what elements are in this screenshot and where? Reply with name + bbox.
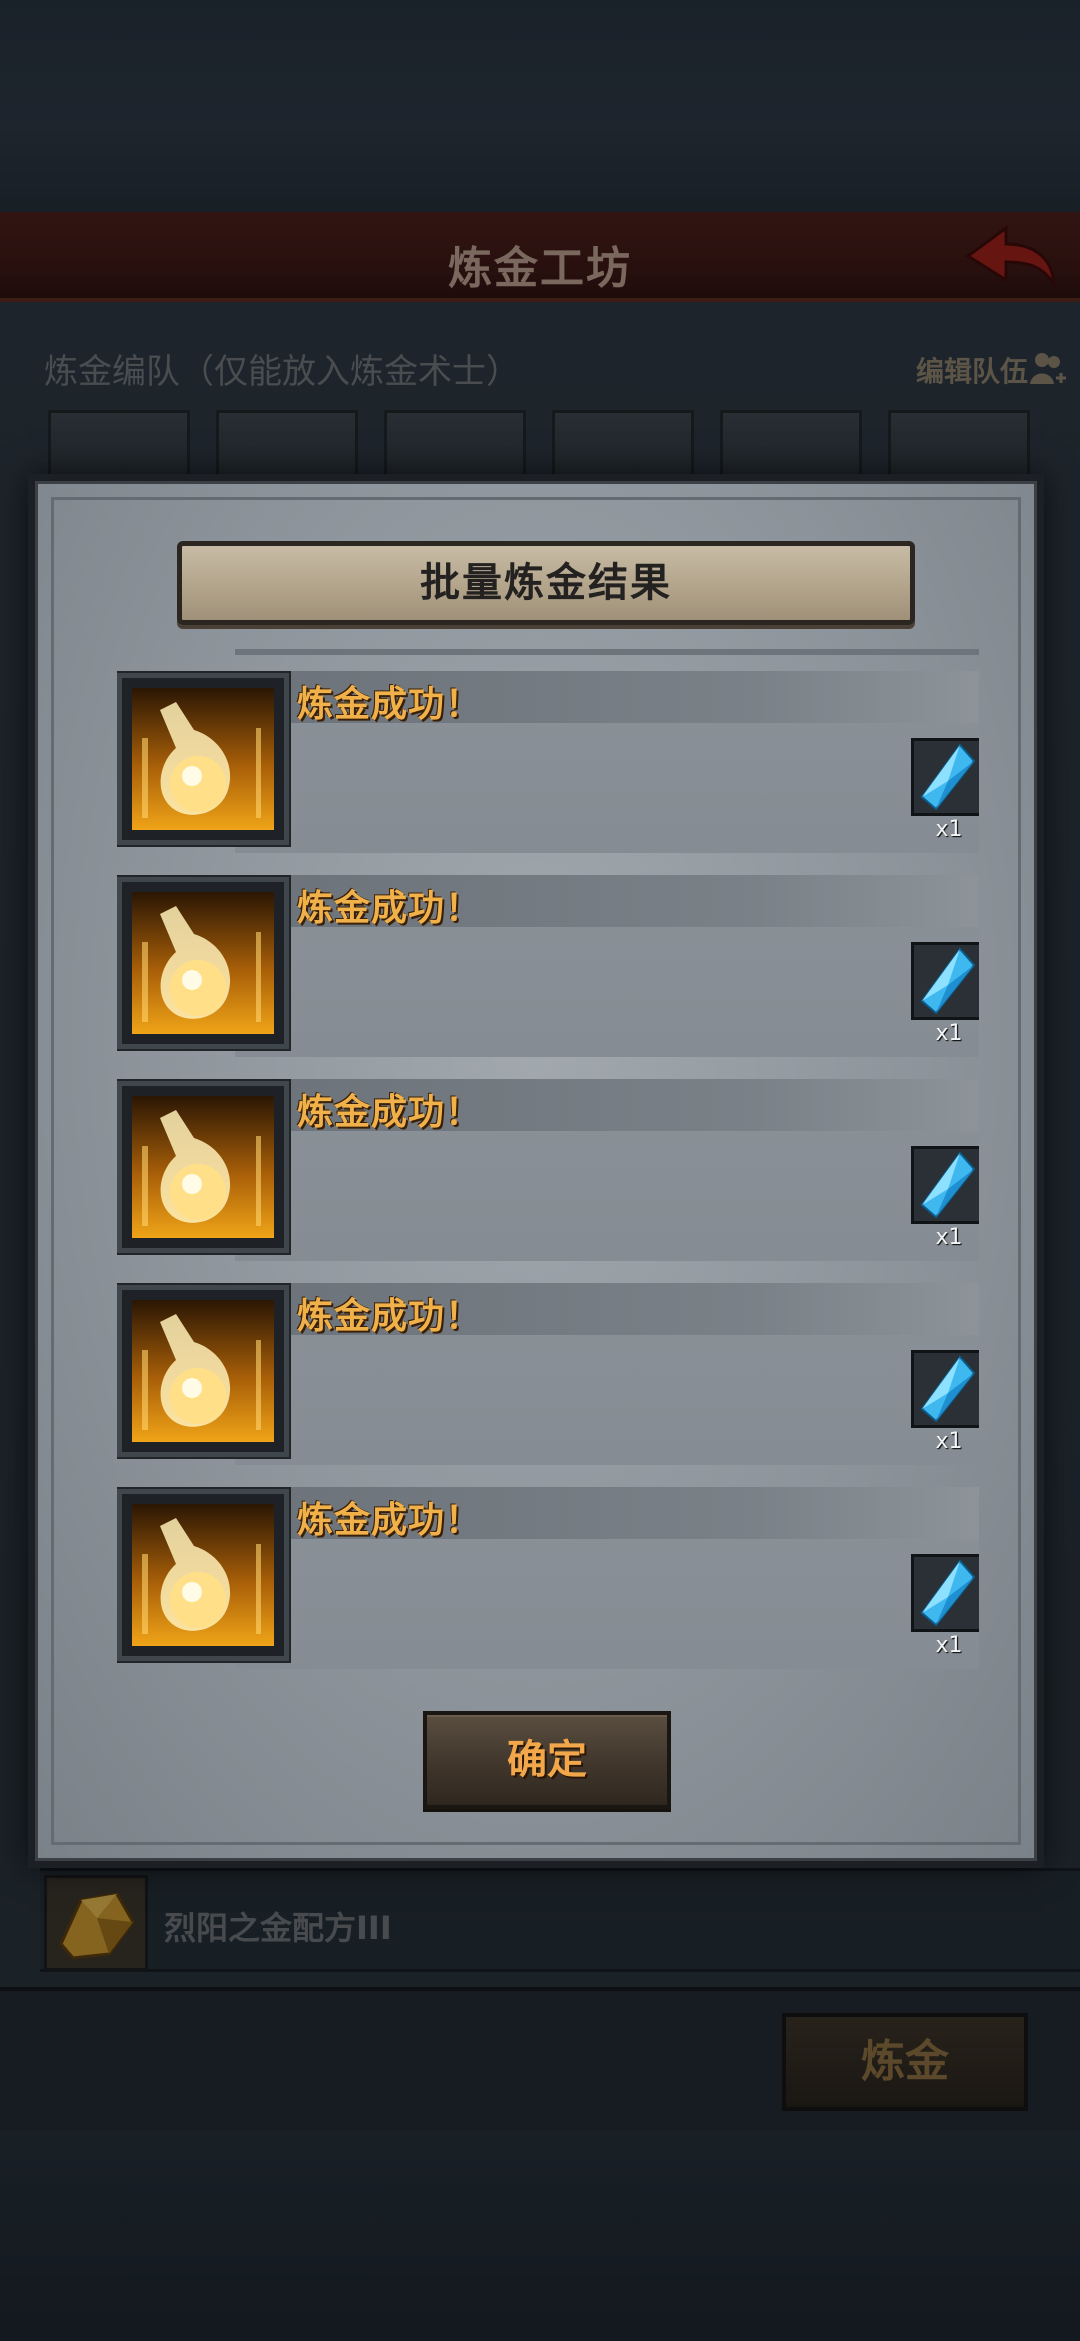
- reward-count: x1: [935, 1021, 963, 1046]
- potion-flask-icon: [132, 688, 274, 830]
- potion-flask-icon: [132, 1300, 274, 1442]
- potion-flask-icon: [132, 1096, 274, 1238]
- result-status: 炼金成功！: [297, 1296, 483, 1337]
- reward-crystal-icon[interactable]: [911, 1146, 979, 1224]
- potion-slot[interactable]: [117, 877, 289, 1049]
- reward-count: x1: [935, 1633, 963, 1658]
- reward-count: x1: [935, 817, 963, 842]
- result-row: 炼金成功！ x1: [117, 1283, 979, 1465]
- result-status: 炼金成功！: [297, 1500, 483, 1541]
- reward-count: x1: [935, 1225, 963, 1250]
- potion-slot[interactable]: [117, 1489, 289, 1661]
- reward-count: x1: [935, 1429, 963, 1454]
- result-row: 炼金成功！ x1: [117, 1487, 979, 1669]
- previous-row-edge: [235, 649, 979, 655]
- batch-result-dialog: 批量炼金结果 炼金成功！ x1 炼金成功！ x1 炼金成功！ x1 炼金成功！ …: [28, 474, 1044, 1868]
- result-list[interactable]: 炼金成功！ x1 炼金成功！ x1 炼金成功！ x1 炼金成功！ x1 炼金成功…: [117, 649, 979, 1683]
- confirm-button[interactable]: 确定: [423, 1711, 671, 1809]
- result-row: 炼金成功！ x1: [117, 875, 979, 1057]
- result-status: 炼金成功！: [297, 888, 483, 929]
- reward-crystal-icon[interactable]: [911, 738, 979, 816]
- potion-flask-icon: [132, 892, 274, 1034]
- reward-crystal-icon[interactable]: [911, 942, 979, 1020]
- potion-slot[interactable]: [117, 1285, 289, 1457]
- potion-slot[interactable]: [117, 673, 289, 845]
- potion-slot[interactable]: [117, 1081, 289, 1253]
- dialog-title: 批量炼金结果: [177, 541, 915, 625]
- result-status: 炼金成功！: [297, 1092, 483, 1133]
- result-row: 炼金成功！ x1: [117, 1079, 979, 1261]
- result-row: 炼金成功！ x1: [117, 671, 979, 853]
- potion-flask-icon: [132, 1504, 274, 1646]
- reward-crystal-icon[interactable]: [911, 1554, 979, 1632]
- result-status: 炼金成功！: [297, 684, 483, 725]
- reward-crystal-icon[interactable]: [911, 1350, 979, 1428]
